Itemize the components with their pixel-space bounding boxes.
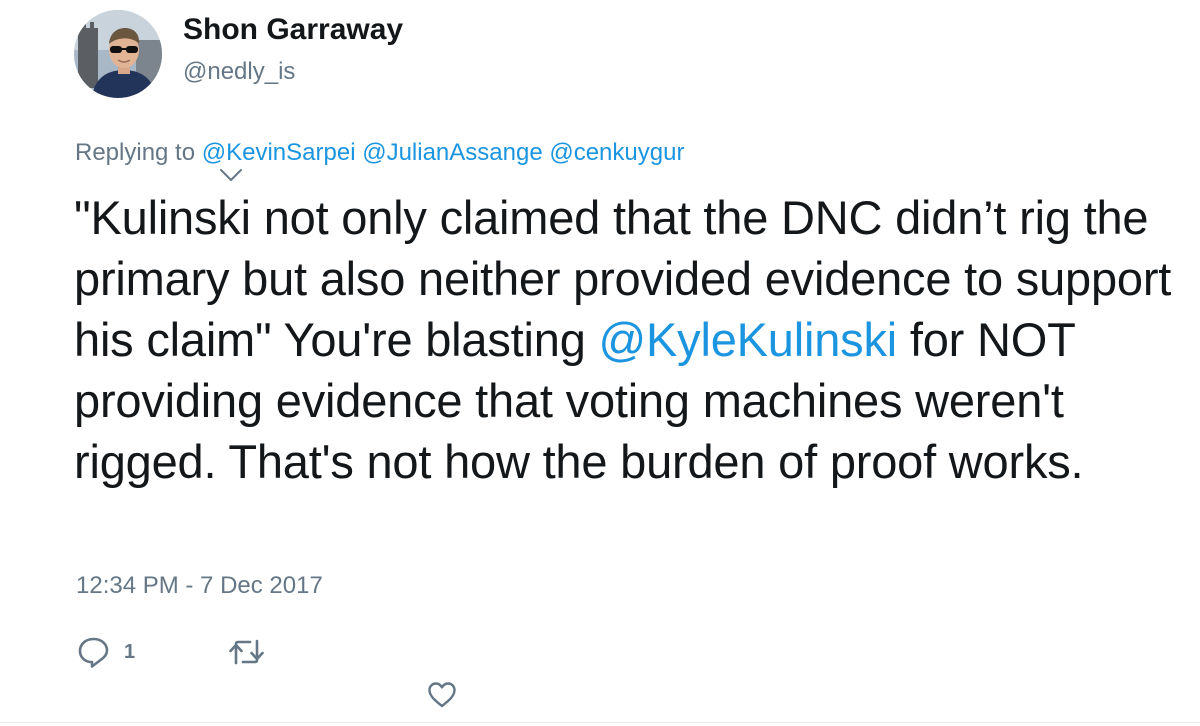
retweet-icon — [229, 639, 264, 665]
reply-count: 1 — [124, 640, 136, 663]
reply-icon — [78, 637, 109, 668]
avatar[interactable] — [74, 10, 162, 98]
replying-to-line: Replying to @KevinSarpei @JulianAssange … — [75, 138, 684, 168]
replying-to-label: Replying to — [75, 139, 196, 166]
tweet-text: "Kulinski not only claimed that the DNC … — [74, 187, 1184, 492]
user-avatar-photo — [74, 10, 162, 98]
display-name[interactable]: Shon Garraway — [183, 12, 403, 48]
heart-icon — [428, 682, 456, 708]
tweet-mention-link[interactable]: @KyleKulinski — [599, 313, 898, 366]
bottom-divider — [0, 722, 1200, 723]
mention-link-kevinsarpei[interactable]: @KevinSarpei — [202, 139, 356, 166]
tweet-timestamp[interactable]: 12:34 PM - 7 Dec 2017 — [76, 571, 323, 601]
mention-link-julianassange[interactable]: @JulianAssange — [362, 139, 542, 166]
reply-button[interactable]: 1 — [77, 636, 135, 668]
mention-link-cenkuygur[interactable]: @cenkuygur — [549, 139, 684, 166]
like-button[interactable] — [427, 681, 457, 709]
chevron-down-icon[interactable] — [219, 168, 243, 182]
user-handle[interactable]: @nedly_is — [183, 57, 295, 87]
retweet-button[interactable] — [229, 638, 264, 666]
